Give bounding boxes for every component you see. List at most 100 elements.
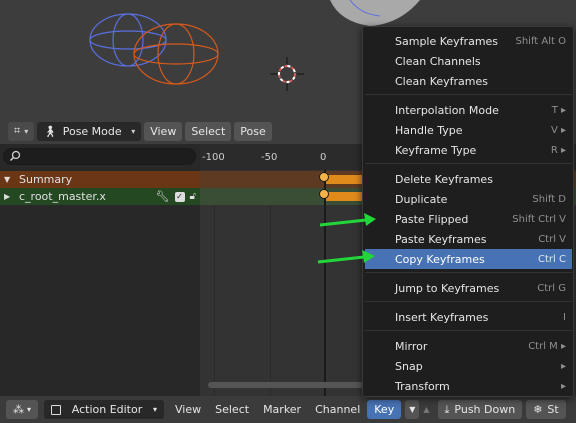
menu-item-label: Sample Keyframes — [395, 34, 499, 48]
view-menu[interactable]: View — [168, 400, 208, 419]
menu-item-shortcut: Ctrl G — [537, 282, 566, 294]
menu-item-clean-channels[interactable]: Clean Channels — [365, 51, 572, 71]
menu-item-label: Interpolation Mode — [395, 103, 499, 117]
menu-item-shortcut: ▸ — [560, 380, 566, 392]
pose-menu[interactable]: Pose — [234, 121, 272, 141]
marker-menu[interactable]: Marker — [256, 400, 308, 419]
channel-summary[interactable]: ▼ Summary — [0, 171, 200, 188]
menu-item-label: Keyframe Type — [395, 143, 477, 157]
editor-type-button[interactable]: ⁂ ▾ — [6, 400, 39, 419]
menu-item-shortcut: Shift Ctrl V — [512, 213, 566, 225]
checkbox-icon[interactable]: ✓ — [174, 191, 185, 202]
grid-axes-icon: ⌗ — [14, 124, 21, 137]
editor-mode-select[interactable]: Action Editor ▾ — [44, 400, 165, 419]
ruler-tick: -50 — [261, 152, 278, 163]
channel-root-master[interactable]: ▶ c_root_master.x 🔧︎ ✓ 🔓︎ — [0, 188, 200, 205]
editor-mode-label: Action Editor — [71, 403, 143, 416]
menu-item-interpolation-mode[interactable]: Interpolation Mode T ▸ — [365, 100, 572, 120]
menu-item-shortcut: Ctrl C — [538, 253, 566, 265]
push-down-label: Push Down — [454, 403, 516, 416]
menu-item-jump-to-keyframes[interactable]: Jump to Keyframes Ctrl G — [365, 278, 572, 298]
bone-sphere-orange — [133, 23, 219, 85]
channel-label: Summary — [19, 173, 73, 186]
menu-item-label: Delete Keyframes — [395, 172, 493, 186]
keyframe-range-bar — [324, 192, 364, 201]
menu-item-label: Paste Keyframes — [395, 232, 487, 246]
keyframe-root[interactable] — [319, 189, 329, 199]
action-down-button[interactable]: ▼ — [405, 400, 420, 419]
mesh-shape — [330, 0, 420, 26]
snowflake-icon: ❄ — [533, 403, 543, 416]
menu-item-clean-keyframes[interactable]: Clean Keyframes — [365, 71, 572, 91]
action-up-button[interactable]: ▲ — [419, 400, 433, 419]
horizontal-scrollbar[interactable] — [208, 382, 378, 388]
menu-item-label: Clean Channels — [395, 54, 481, 68]
key-menu[interactable]: Key — [367, 400, 402, 419]
chevron-down-icon: ▾ — [27, 405, 32, 414]
menu-item-label: Jump to Keyframes — [395, 281, 500, 295]
menu-item-label: Transform — [395, 379, 450, 393]
menu-item-label: Clean Keyframes — [395, 74, 489, 88]
menu-item-sample-keyframes[interactable]: Sample Keyframes Shift Alt O — [365, 31, 572, 51]
menu-item-label: Duplicate — [395, 192, 448, 206]
ruler-tick: -100 — [202, 152, 225, 163]
mode-label: Pose Mode — [62, 124, 122, 138]
3d-cursor-icon[interactable] — [270, 57, 304, 91]
keyframe-range-bar — [324, 175, 364, 184]
channel-label: c_root_master.x — [19, 190, 106, 203]
stash-label: St — [547, 403, 559, 416]
action-editor-header: ⁂ ▾ Action Editor ▾ View Select Marker Ch… — [0, 396, 576, 423]
chevron-down-icon: ▾ — [153, 405, 158, 414]
menu-separator — [365, 94, 572, 95]
select-menu[interactable]: Select — [185, 121, 232, 141]
expand-right-icon[interactable]: ▶ — [4, 192, 12, 201]
bone-sphere-blue — [89, 13, 167, 67]
menu-item-duplicate[interactable]: Duplicate Shift D — [365, 189, 572, 209]
chevron-down-icon: ▾ — [24, 126, 29, 136]
menu-item-mirror[interactable]: Mirror Ctrl M ▸ — [365, 336, 572, 356]
menu-separator — [365, 163, 572, 164]
channel-menu[interactable]: Channel — [308, 400, 367, 419]
view-menu[interactable]: View — [144, 121, 183, 141]
push-down-button[interactable]: ⤓ Push Down — [437, 400, 523, 419]
menu-item-label: Snap — [395, 359, 423, 373]
playhead[interactable] — [324, 170, 326, 396]
menu-item-label: Handle Type — [395, 123, 463, 137]
search-input[interactable] — [3, 148, 196, 165]
chevron-down-icon: ▾ — [131, 126, 136, 136]
menu-item-shortcut: Ctrl M ▸ — [528, 340, 566, 352]
stash-button[interactable]: ❄ St — [526, 400, 566, 419]
menu-item-paste-flipped[interactable]: Paste Flipped Shift Ctrl V — [365, 209, 572, 229]
action-editor-icon — [51, 404, 62, 415]
channel-controls: 🔧︎ ✓ 🔓︎ — [156, 190, 196, 203]
key-context-menu: Sample Keyframes Shift Alt O Clean Channe… — [362, 26, 574, 397]
menu-item-shortcut: R ▸ — [550, 144, 566, 156]
wrench-icon[interactable]: 🔧︎ — [156, 190, 170, 203]
mode-select[interactable]: 🚶︎ Pose Mode ▾ — [37, 121, 142, 141]
menu-item-snap[interactable]: Snap ▸ — [365, 356, 572, 376]
menu-item-shortcut: V ▸ — [550, 124, 566, 136]
select-menu[interactable]: Select — [208, 400, 256, 419]
editor-type-button[interactable]: ⌗ ▾ — [8, 121, 35, 141]
channel-list: ▼ Summary ▶ c_root_master.x 🔧︎ ✓ 🔓︎ — [0, 144, 200, 396]
lock-icon[interactable]: 🔓︎ — [190, 191, 196, 202]
menu-item-transform[interactable]: Transform ▸ — [365, 376, 572, 396]
menu-separator — [365, 330, 572, 331]
menu-item-shortcut: I — [563, 311, 566, 323]
pose-figure-icon: 🚶︎ — [43, 124, 58, 138]
menu-item-shortcut: Ctrl V — [538, 233, 566, 245]
menu-item-label: Copy Keyframes — [395, 252, 485, 266]
menu-item-label: Mirror — [395, 339, 428, 353]
keyframe-summary[interactable] — [319, 172, 329, 182]
menu-item-shortcut: Shift D — [532, 193, 566, 205]
menu-item-keyframe-type[interactable]: Keyframe Type R ▸ — [365, 140, 572, 160]
menu-item-insert-keyframes[interactable]: Insert Keyframes I — [365, 307, 572, 327]
menu-item-delete-keyframes[interactable]: Delete Keyframes — [365, 169, 572, 189]
menu-item-handle-type[interactable]: Handle Type V ▸ — [365, 120, 572, 140]
menu-item-paste-keyframes[interactable]: Paste Keyframes Ctrl V — [365, 229, 572, 249]
search-icon — [9, 150, 21, 162]
menu-item-label: Paste Flipped — [395, 212, 469, 226]
expand-down-icon[interactable]: ▼ — [4, 175, 12, 184]
menu-separator — [365, 301, 572, 302]
menu-item-copy-keyframes[interactable]: Copy Keyframes Ctrl C — [365, 249, 572, 269]
